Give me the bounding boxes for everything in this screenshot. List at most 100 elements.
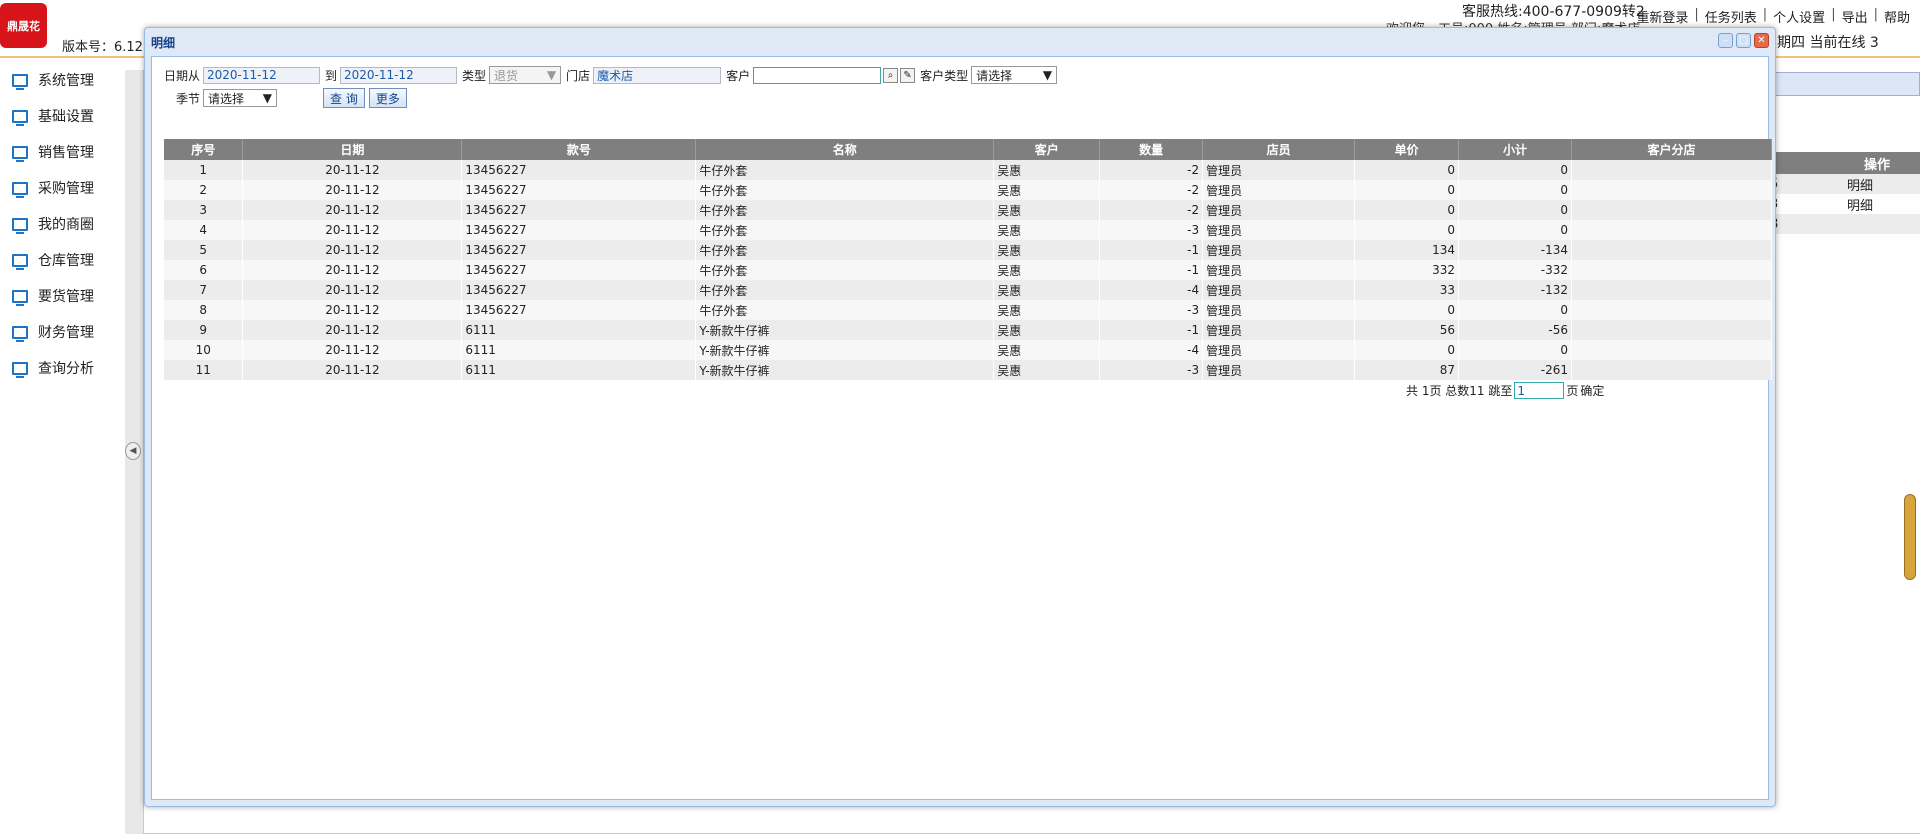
cell-name: 牛仔外套	[695, 180, 995, 200]
date-from-input[interactable]: 2020-11-12	[203, 66, 321, 84]
cell-clerk: 管理员	[1202, 180, 1356, 200]
cell-customer-branch	[1571, 180, 1772, 200]
pagination: 共 1页 总数11 跳至 1 页 确定	[1406, 382, 1604, 399]
col-header-customer-branch[interactable]: 客户分店	[1571, 139, 1772, 160]
cell-unit-price: 33	[1354, 280, 1460, 300]
col-header-subtotal[interactable]: 小计	[1458, 139, 1573, 160]
date-to-input[interactable]: 2020-11-12	[340, 66, 458, 84]
close-button[interactable]: ✕	[1754, 33, 1769, 48]
cell-unit-price: 0	[1354, 300, 1460, 320]
table-row[interactable]: 11 20-11-12 6111 Y-新款牛仔裤 吴惠 -3 管理员 87 -261	[164, 360, 1772, 380]
cell-index: 6	[164, 260, 244, 280]
detail-link[interactable]: 明细	[1847, 195, 1873, 214]
cell-subtotal: -132	[1458, 280, 1573, 300]
cell-customer-branch	[1571, 160, 1772, 180]
table-row[interactable]: 1 20-11-12 13456227 牛仔外套 吴惠 -2 管理员 0 0	[164, 160, 1772, 180]
store-input[interactable]: 魔术店	[593, 66, 722, 84]
cell-customer: 吴惠	[993, 200, 1101, 220]
customer-input[interactable]	[753, 66, 882, 84]
cell-clerk: 管理员	[1202, 360, 1356, 380]
cell-quantity: -3	[1099, 360, 1204, 380]
cell-index: 10	[164, 340, 244, 360]
cell-quantity: -3	[1099, 300, 1204, 320]
col-header-name[interactable]: 名称	[695, 139, 995, 160]
cell-subtotal: 0	[1458, 340, 1573, 360]
background-table-header: 操作	[1770, 152, 1920, 174]
cell-unit-price: 0	[1354, 340, 1460, 360]
monitor-icon	[12, 73, 28, 90]
table-row: 5明细	[1770, 174, 1920, 194]
sidebar-item-sales[interactable]: 销售管理	[0, 134, 125, 170]
sidebar-item-purchase[interactable]: 采购管理	[0, 170, 125, 206]
col-header-index[interactable]: 序号	[164, 139, 244, 160]
table-row[interactable]: 3 20-11-12 13456227 牛仔外套 吴惠 -2 管理员 0 0	[164, 200, 1772, 220]
sidebar-item-finance[interactable]: 财务管理	[0, 314, 125, 350]
monitor-icon	[12, 289, 28, 306]
col-header-clerk[interactable]: 店员	[1202, 139, 1356, 160]
table-row[interactable]: 8 20-11-12 13456227 牛仔外套 吴惠 -3 管理员 0 0	[164, 300, 1772, 320]
cell-name: Y-新款牛仔裤	[695, 320, 995, 340]
query-button[interactable]: 查 询	[323, 88, 365, 108]
table-row[interactable]: 7 20-11-12 13456227 牛仔外套 吴惠 -4 管理员 33 -132	[164, 280, 1772, 300]
cell-unit-price: 134	[1354, 240, 1460, 260]
page-jump-input[interactable]: 1	[1514, 382, 1565, 399]
task-list-link[interactable]: 任务列表	[1705, 7, 1757, 26]
minimize-button[interactable]: –	[1718, 33, 1733, 48]
cell-customer: 吴惠	[993, 160, 1101, 180]
table-row[interactable]: 6 20-11-12 13456227 牛仔外套 吴惠 -1 管理员 332 -332	[164, 260, 1772, 280]
cell-subtotal: 0	[1458, 180, 1573, 200]
cell-customer-branch	[1571, 260, 1772, 280]
sidebar-item-warehouse[interactable]: 仓库管理	[0, 242, 125, 278]
cell-subtotal: -134	[1458, 240, 1573, 260]
cell-subtotal: -56	[1458, 320, 1573, 340]
relogin-link[interactable]: 重新登录	[1636, 7, 1688, 26]
search-icon: ⌕	[887, 69, 894, 81]
sidebar-item-query-analysis[interactable]: 查询分析	[0, 350, 125, 386]
minimize-icon: –	[1723, 35, 1728, 46]
cell-customer: 吴惠	[993, 320, 1101, 340]
customer-type-select[interactable]: 请选择 ▼	[971, 66, 1058, 84]
col-header-quantity[interactable]: 数量	[1099, 139, 1204, 160]
maximize-icon: □	[1738, 35, 1749, 46]
scrollbar-thumb[interactable]	[1904, 494, 1916, 580]
cell-customer: 吴惠	[993, 280, 1101, 300]
export-link[interactable]: 导出	[1842, 7, 1868, 26]
maximize-button[interactable]: □	[1736, 33, 1751, 48]
season-select[interactable]: 请选择 ▼	[203, 89, 278, 107]
cell-date: 20-11-12	[242, 240, 463, 260]
customer-clear-button[interactable]: ✎	[900, 67, 916, 83]
more-button[interactable]: 更多	[368, 88, 407, 108]
cell-date: 20-11-12	[242, 320, 463, 340]
type-select[interactable]: 退货 ▼	[489, 66, 562, 84]
table-row: 8	[1770, 214, 1920, 234]
sidebar-item-system[interactable]: 系统管理	[0, 62, 125, 98]
collapse-sidebar-button[interactable]: ◀	[125, 442, 141, 460]
table-row[interactable]: 9 20-11-12 6111 Y-新款牛仔裤 吴惠 -1 管理员 56 -56	[164, 320, 1772, 340]
cell-name: 牛仔外套	[695, 280, 995, 300]
cell-quantity: -2	[1099, 200, 1204, 220]
sidebar-item-basic-settings[interactable]: 基础设置	[0, 98, 125, 134]
personal-settings-link[interactable]: 个人设置	[1773, 7, 1825, 26]
cell-customer: 吴惠	[993, 260, 1101, 280]
cell-quantity: -4	[1099, 280, 1204, 300]
window-controls: – □ ✕	[1718, 33, 1769, 48]
sidebar-item-business-circle[interactable]: 我的商圈	[0, 206, 125, 242]
cell-clerk: 管理员	[1202, 320, 1356, 340]
col-header-unit-price[interactable]: 单价	[1354, 139, 1460, 160]
col-header-style-no[interactable]: 款号	[461, 139, 697, 160]
detail-link[interactable]: 明细	[1847, 175, 1873, 194]
help-link[interactable]: 帮助	[1884, 7, 1910, 26]
sidebar-item-requisition[interactable]: 要货管理	[0, 278, 125, 314]
col-header-date[interactable]: 日期	[242, 139, 463, 160]
page-confirm-button[interactable]: 确定	[1580, 382, 1604, 399]
cell-name: Y-新款牛仔裤	[695, 360, 995, 380]
table-row[interactable]: 2 20-11-12 13456227 牛仔外套 吴惠 -2 管理员 0 0	[164, 180, 1772, 200]
table-row[interactable]: 4 20-11-12 13456227 牛仔外套 吴惠 -3 管理员 0 0	[164, 220, 1772, 240]
caret-down-icon: ▼	[546, 68, 557, 82]
cell-style-no: 13456227	[461, 220, 697, 240]
table-row[interactable]: 5 20-11-12 13456227 牛仔外套 吴惠 -1 管理员 134 -134	[164, 240, 1772, 260]
col-header-customer[interactable]: 客户	[993, 139, 1101, 160]
table-row[interactable]: 10 20-11-12 6111 Y-新款牛仔裤 吴惠 -4 管理员 0 0	[164, 340, 1772, 360]
customer-search-button[interactable]: ⌕	[883, 67, 899, 83]
monitor-icon	[12, 253, 28, 270]
